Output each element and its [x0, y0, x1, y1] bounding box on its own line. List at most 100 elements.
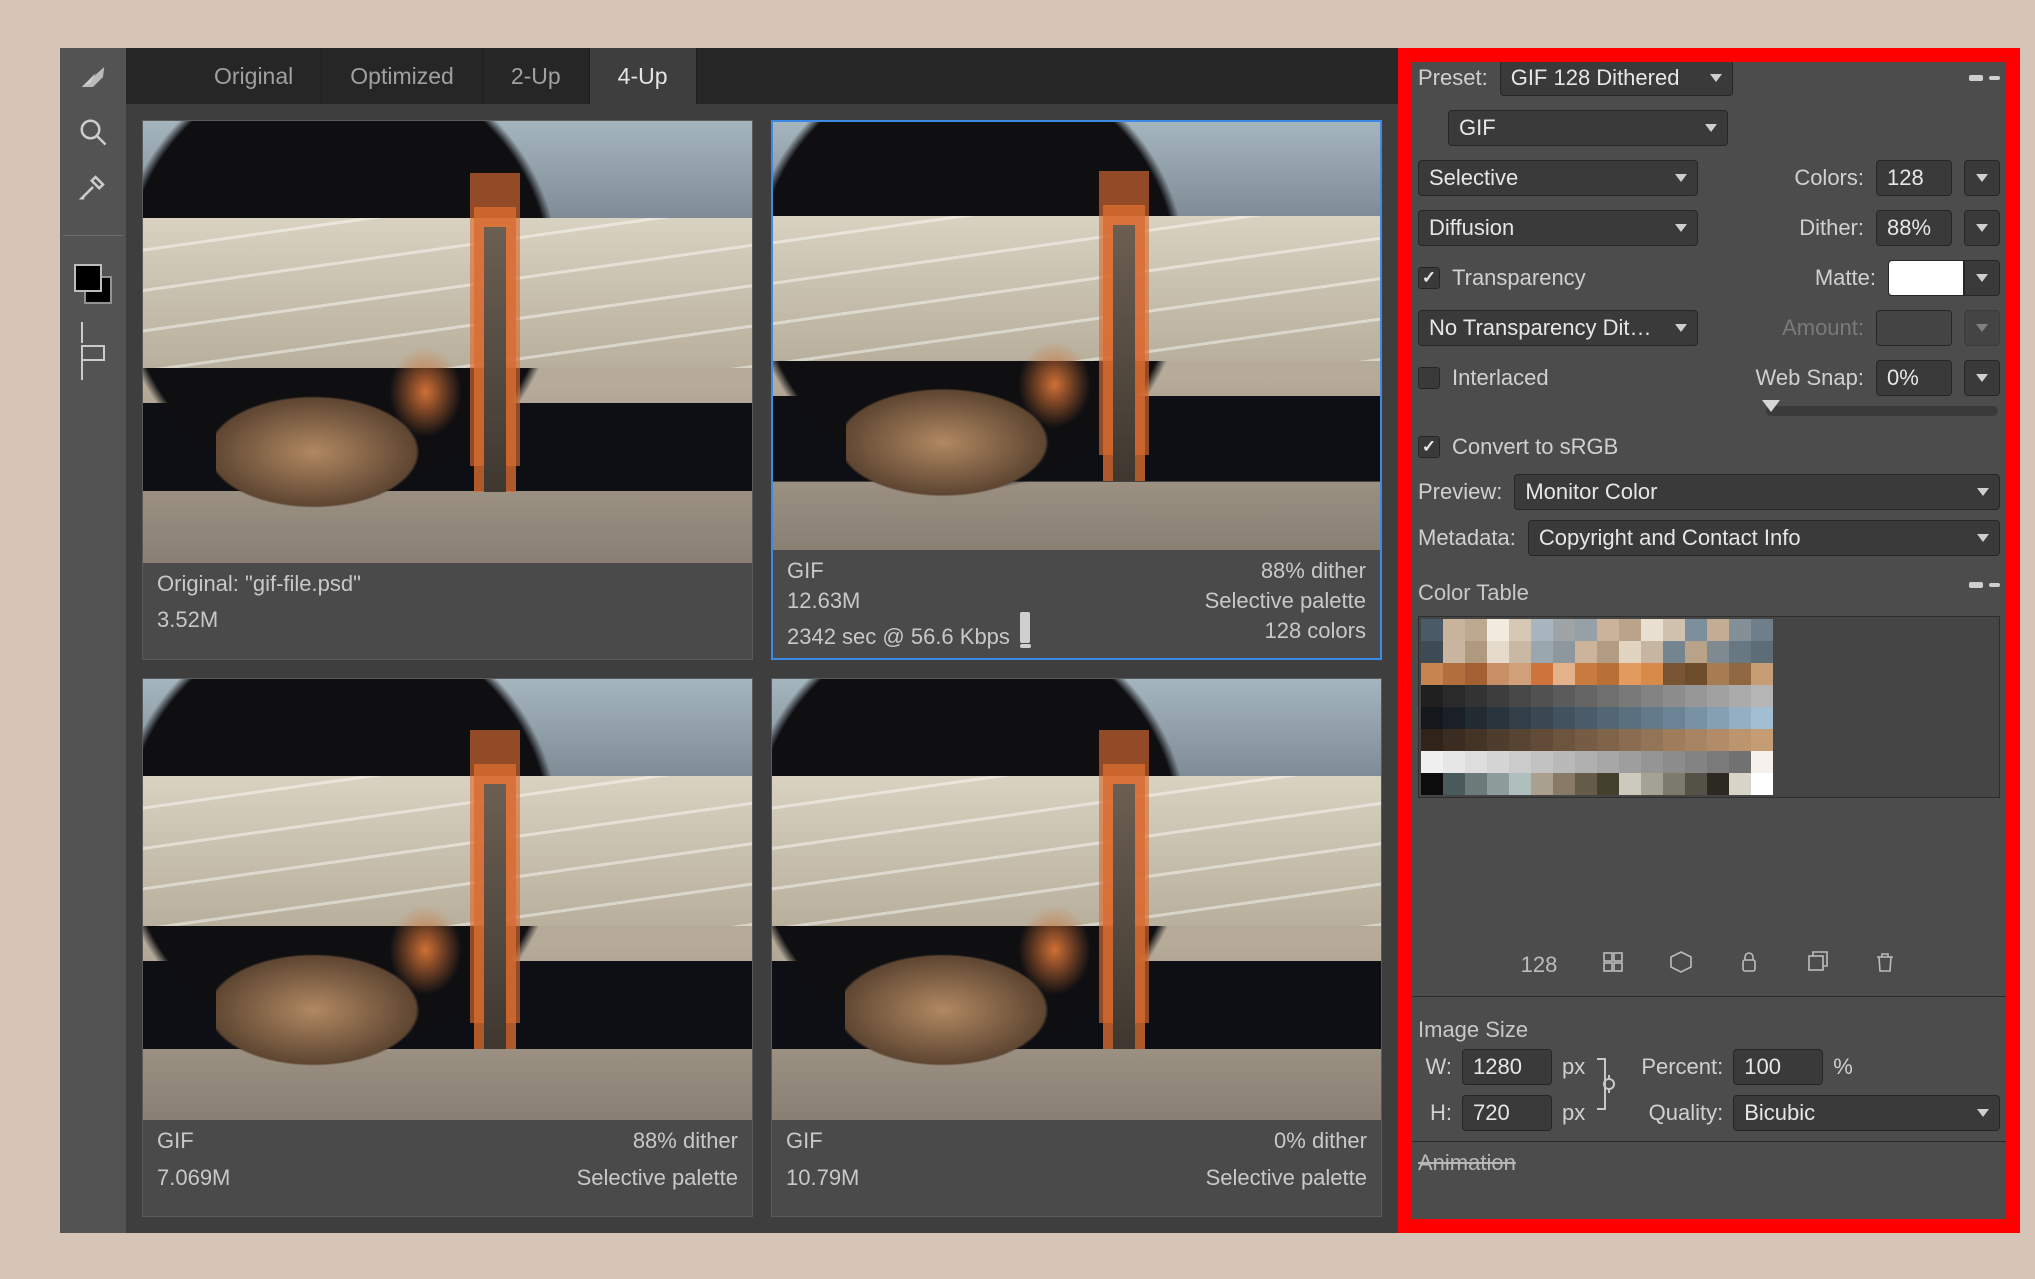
preview-pane-3[interactable]: GIF88% dither 7.069MSelective palette [142, 678, 753, 1218]
color-swatch[interactable] [1641, 707, 1663, 729]
quality-select[interactable]: Bicubic [1733, 1095, 2000, 1131]
color-swatch[interactable] [1729, 751, 1751, 773]
preview-pane-2[interactable]: GIF88% dither 12.63MSelective palette 23… [771, 120, 1382, 660]
interlaced-checkbox[interactable] [1418, 367, 1440, 389]
tab-original[interactable]: Original [186, 48, 322, 104]
color-swatch[interactable] [1487, 729, 1509, 751]
color-swatch[interactable] [1487, 619, 1509, 641]
color-swatch[interactable] [1487, 641, 1509, 663]
color-swatch[interactable] [1509, 641, 1531, 663]
color-swatch[interactable] [1509, 685, 1531, 707]
color-swatch[interactable] [1575, 663, 1597, 685]
color-swatch[interactable] [1421, 707, 1443, 729]
color-swatch[interactable] [1553, 663, 1575, 685]
color-swatch[interactable] [1509, 751, 1531, 773]
color-swatch[interactable] [1641, 685, 1663, 707]
color-swatch[interactable] [1465, 685, 1487, 707]
color-swatch[interactable] [1663, 663, 1685, 685]
transparency-checkbox[interactable] [1418, 267, 1440, 289]
color-swatch[interactable] [1465, 751, 1487, 773]
width-input[interactable]: 1280 [1462, 1049, 1552, 1085]
colors-stepper[interactable] [1964, 160, 2000, 196]
websnap-stepper[interactable] [1964, 360, 2000, 396]
preview-pane-4[interactable]: GIF0% dither 10.79MSelective palette [771, 678, 1382, 1218]
color-swatch[interactable] [1751, 729, 1773, 751]
color-swatch[interactable] [1421, 751, 1443, 773]
toggle-slices-icon[interactable] [81, 324, 105, 379]
color-swatch[interactable] [1619, 663, 1641, 685]
color-swatch[interactable] [1619, 773, 1641, 795]
color-swatch[interactable] [1729, 641, 1751, 663]
color-swatch[interactable] [1707, 729, 1729, 751]
color-swatch[interactable] [1421, 619, 1443, 641]
color-swatch[interactable] [1487, 707, 1509, 729]
color-swatch[interactable] [1553, 773, 1575, 795]
color-swatch[interactable] [1553, 685, 1575, 707]
color-swatch[interactable] [1531, 707, 1553, 729]
color-swatch[interactable] [1619, 707, 1641, 729]
color-swatch[interactable] [1641, 663, 1663, 685]
websnap-input[interactable]: 0% [1876, 360, 1952, 396]
color-swatch[interactable] [1597, 619, 1619, 641]
color-swatch[interactable] [1619, 729, 1641, 751]
tab-4up[interactable]: 4-Up [590, 48, 697, 104]
color-swatch[interactable] [1575, 773, 1597, 795]
hand-tool-icon[interactable] [78, 62, 108, 97]
color-swatch[interactable] [1619, 685, 1641, 707]
color-swatch[interactable] [1443, 663, 1465, 685]
color-swatch[interactable] [1641, 773, 1663, 795]
color-swatch[interactable] [1509, 707, 1531, 729]
color-swatch[interactable] [1421, 729, 1443, 751]
map-transparent-icon[interactable] [1737, 950, 1761, 980]
color-swatch[interactable] [1663, 773, 1685, 795]
color-swatch[interactable] [1575, 685, 1597, 707]
color-swatch[interactable] [1575, 619, 1597, 641]
color-swatch[interactable] [1751, 641, 1773, 663]
color-swatch[interactable] [1553, 707, 1575, 729]
color-swatch[interactable] [1509, 619, 1531, 641]
color-swatch[interactable] [1597, 663, 1619, 685]
color-swatch[interactable] [1531, 663, 1553, 685]
color-swatch[interactable] [1685, 619, 1707, 641]
color-swatch[interactable] [1443, 685, 1465, 707]
color-swatch[interactable] [1443, 707, 1465, 729]
color-swatch[interactable] [1707, 707, 1729, 729]
zoom-tool-icon[interactable] [78, 117, 108, 152]
color-swatch[interactable] [1663, 641, 1685, 663]
color-swatch[interactable] [1707, 751, 1729, 773]
transparency-dither-select[interactable]: No Transparency Dit… [1418, 310, 1698, 346]
color-swatch[interactable] [1751, 773, 1773, 795]
color-swatch[interactable] [1553, 751, 1575, 773]
color-swatch[interactable] [1465, 663, 1487, 685]
color-swatch[interactable] [1421, 773, 1443, 795]
color-swatch[interactable] [1421, 641, 1443, 663]
color-swatch[interactable] [1707, 663, 1729, 685]
color-swatch[interactable] [1619, 751, 1641, 773]
color-swatch[interactable] [1531, 729, 1553, 751]
new-color-icon[interactable] [1805, 950, 1829, 980]
dither-input[interactable]: 88% [1876, 210, 1952, 246]
color-swatches[interactable] [74, 264, 112, 304]
color-swatch[interactable] [1509, 663, 1531, 685]
metadata-select[interactable]: Copyright and Contact Info [1528, 520, 2000, 556]
color-swatch[interactable] [1729, 707, 1751, 729]
color-swatch[interactable] [1685, 707, 1707, 729]
colors-input[interactable]: 128 [1876, 160, 1952, 196]
color-swatch[interactable] [1575, 707, 1597, 729]
format-select[interactable]: GIF [1448, 110, 1728, 146]
color-swatch[interactable] [1641, 641, 1663, 663]
color-swatch[interactable] [1575, 641, 1597, 663]
color-swatch[interactable] [1487, 663, 1509, 685]
color-swatch[interactable] [1487, 685, 1509, 707]
color-swatch[interactable] [1553, 729, 1575, 751]
color-swatch[interactable] [1531, 619, 1553, 641]
websnap-slider[interactable] [1766, 406, 1998, 416]
color-swatch[interactable] [1443, 729, 1465, 751]
color-swatch[interactable] [1685, 773, 1707, 795]
color-table-grid[interactable] [1418, 616, 2000, 798]
color-swatch[interactable] [1663, 729, 1685, 751]
color-swatch[interactable] [1553, 641, 1575, 663]
color-swatch[interactable] [1597, 773, 1619, 795]
color-swatch[interactable] [1487, 773, 1509, 795]
color-swatch[interactable] [1685, 751, 1707, 773]
